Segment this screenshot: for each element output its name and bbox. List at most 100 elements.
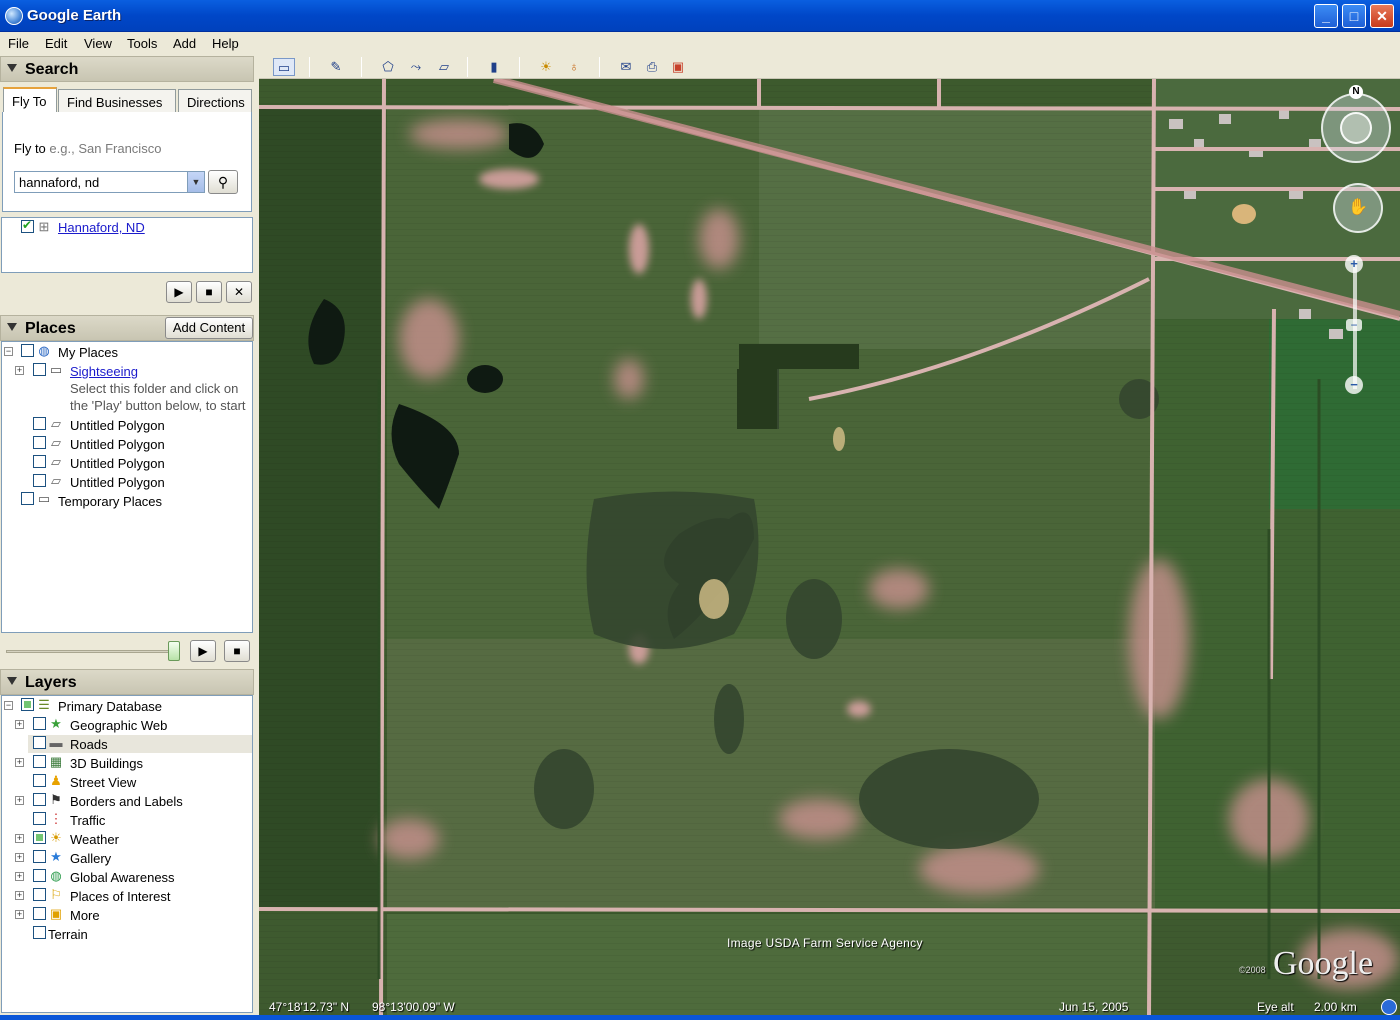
tree-item-polygon[interactable]: Untitled Polygon bbox=[70, 437, 165, 456]
expand-toggle[interactable]: + bbox=[15, 834, 24, 843]
north-indicator[interactable]: N bbox=[1349, 85, 1363, 99]
stop-tour-button[interactable]: ■ bbox=[196, 281, 222, 303]
globe-icon: ◍ bbox=[38, 343, 50, 358]
layers-panel-header[interactable]: Layers bbox=[0, 669, 254, 695]
temporary-places-checkbox[interactable] bbox=[21, 492, 34, 505]
polygon-checkbox[interactable] bbox=[33, 417, 46, 430]
look-control[interactable] bbox=[1321, 93, 1391, 163]
view-in-google-maps-icon[interactable]: ▣ bbox=[667, 58, 689, 76]
tree-item-polygon[interactable]: Untitled Polygon bbox=[70, 475, 165, 494]
layer-weather[interactable]: Weather bbox=[70, 832, 119, 851]
hand-icon: ✋ bbox=[1348, 199, 1368, 216]
layer-street-view[interactable]: Street View bbox=[70, 775, 136, 794]
clear-results-button[interactable]: ✕ bbox=[226, 281, 252, 303]
add-placemark-icon[interactable]: ✎ bbox=[325, 58, 347, 76]
tab-fly-to[interactable]: Fly To bbox=[3, 87, 57, 113]
sidebar-toggle-icon[interactable]: ▭ bbox=[273, 58, 295, 76]
tree-item-polygon[interactable]: Untitled Polygon bbox=[70, 456, 165, 475]
zoom-slider-handle[interactable]: − bbox=[1346, 319, 1362, 331]
layer-checkbox[interactable] bbox=[33, 907, 46, 920]
slider-handle[interactable] bbox=[168, 641, 180, 661]
layer-checkbox[interactable] bbox=[33, 812, 46, 825]
expand-toggle[interactable]: + bbox=[15, 796, 24, 805]
my-places-checkbox[interactable] bbox=[21, 344, 34, 357]
layer-checkbox[interactable] bbox=[33, 717, 46, 730]
menu-edit[interactable]: Edit bbox=[45, 36, 67, 51]
email-icon[interactable]: ✉ bbox=[615, 58, 637, 76]
sightseeing-checkbox[interactable] bbox=[33, 363, 46, 376]
close-button[interactable]: ✕ bbox=[1370, 4, 1394, 28]
menu-help[interactable]: Help bbox=[212, 36, 239, 51]
add-polygon-icon[interactable]: ⬠ bbox=[377, 58, 399, 76]
play-tour-button[interactable]: ▶ bbox=[166, 281, 192, 303]
layer-checkbox[interactable] bbox=[33, 850, 46, 863]
layer-traffic[interactable]: Traffic bbox=[70, 813, 105, 832]
layer-terrain[interactable]: Terrain bbox=[48, 927, 88, 946]
switch-to-sky-icon[interactable]: ♁ bbox=[563, 58, 585, 76]
tour-speed-slider[interactable] bbox=[6, 650, 176, 653]
polygon-icon: ▱ bbox=[51, 473, 61, 488]
zoom-in-button[interactable]: + bbox=[1345, 255, 1363, 273]
layer-borders-and-labels[interactable]: Borders and Labels bbox=[70, 794, 183, 813]
search-button[interactable]: ⚲ bbox=[208, 170, 238, 194]
terrain-checkbox[interactable] bbox=[33, 926, 46, 939]
tree-item-polygon[interactable]: Untitled Polygon bbox=[70, 418, 165, 437]
tab-directions[interactable]: Directions bbox=[178, 89, 252, 113]
layer-3d-buildings[interactable]: 3D Buildings bbox=[70, 756, 143, 775]
eye-icon bbox=[1340, 112, 1372, 144]
collapse-toggle[interactable]: − bbox=[4, 347, 13, 356]
layer-roads[interactable]: Roads bbox=[70, 737, 108, 756]
move-control[interactable]: ✋ bbox=[1333, 183, 1383, 233]
layer-gallery[interactable]: Gallery bbox=[70, 851, 111, 870]
ruler-icon[interactable]: ▮ bbox=[483, 58, 505, 76]
menu-add[interactable]: Add bbox=[173, 36, 196, 51]
tree-item-temporary-places[interactable]: Temporary Places bbox=[58, 494, 162, 513]
tab-find-businesses[interactable]: Find Businesses bbox=[58, 89, 176, 113]
add-content-button[interactable]: Add Content bbox=[165, 317, 253, 339]
layer-global-awareness[interactable]: Global Awareness bbox=[70, 870, 175, 889]
layer-checkbox[interactable] bbox=[33, 755, 46, 768]
menu-file[interactable]: File bbox=[8, 36, 29, 51]
add-path-icon[interactable]: ⤳ bbox=[405, 58, 427, 76]
layer-checkbox[interactable] bbox=[33, 793, 46, 806]
expand-toggle[interactable]: + bbox=[15, 872, 24, 881]
title-bar: Google Earth _ □ ✕ bbox=[0, 0, 1400, 32]
layer-checkbox[interactable] bbox=[33, 888, 46, 901]
play-places-button[interactable]: ▶ bbox=[190, 640, 216, 662]
result-checkbox[interactable] bbox=[21, 218, 34, 233]
maximize-button[interactable]: □ bbox=[1342, 4, 1366, 28]
expand-toggle[interactable]: + bbox=[15, 910, 24, 919]
polygon-checkbox[interactable] bbox=[33, 455, 46, 468]
polygon-checkbox[interactable] bbox=[33, 436, 46, 449]
primary-database-checkbox[interactable] bbox=[21, 698, 34, 711]
result-hannaford-link[interactable]: Hannaford, ND bbox=[58, 220, 145, 239]
layer-checkbox[interactable] bbox=[33, 736, 46, 749]
expand-toggle[interactable]: + bbox=[15, 891, 24, 900]
chevron-down-icon[interactable]: ▼ bbox=[187, 172, 204, 192]
layer-places-of-interest[interactable]: Places of Interest bbox=[70, 889, 170, 908]
expand-toggle[interactable]: + bbox=[15, 720, 24, 729]
layer-more[interactable]: More bbox=[70, 908, 100, 927]
zoom-out-button[interactable]: − bbox=[1345, 376, 1363, 394]
tree-item-my-places[interactable]: My Places bbox=[58, 345, 118, 364]
expand-toggle[interactable]: + bbox=[15, 758, 24, 767]
polygon-checkbox[interactable] bbox=[33, 474, 46, 487]
expand-toggle[interactable]: + bbox=[15, 853, 24, 862]
expand-toggle[interactable]: + bbox=[15, 366, 24, 375]
print-icon[interactable]: ⎙ bbox=[641, 58, 663, 76]
sunlight-icon[interactable]: ☀ bbox=[535, 58, 557, 76]
menu-view[interactable]: View bbox=[84, 36, 112, 51]
layer-primary-database[interactable]: Primary Database bbox=[58, 699, 162, 718]
add-image-overlay-icon[interactable]: ▱ bbox=[433, 58, 455, 76]
menu-tools[interactable]: Tools bbox=[127, 36, 157, 51]
collapse-toggle[interactable]: − bbox=[4, 701, 13, 710]
map-viewport[interactable]: N ✋ + − − Image USDA Farm Service Agency… bbox=[259, 79, 1400, 1015]
minimize-button[interactable]: _ bbox=[1314, 4, 1338, 28]
fly-to-input[interactable]: hannaford, nd bbox=[14, 171, 205, 193]
gallery-star-icon: ★ bbox=[50, 849, 62, 864]
layer-checkbox[interactable] bbox=[33, 774, 46, 787]
search-panel-header[interactable]: Search bbox=[0, 56, 254, 82]
stop-places-button[interactable]: ■ bbox=[224, 640, 250, 662]
layer-checkbox[interactable] bbox=[33, 831, 46, 844]
layer-checkbox[interactable] bbox=[33, 869, 46, 882]
